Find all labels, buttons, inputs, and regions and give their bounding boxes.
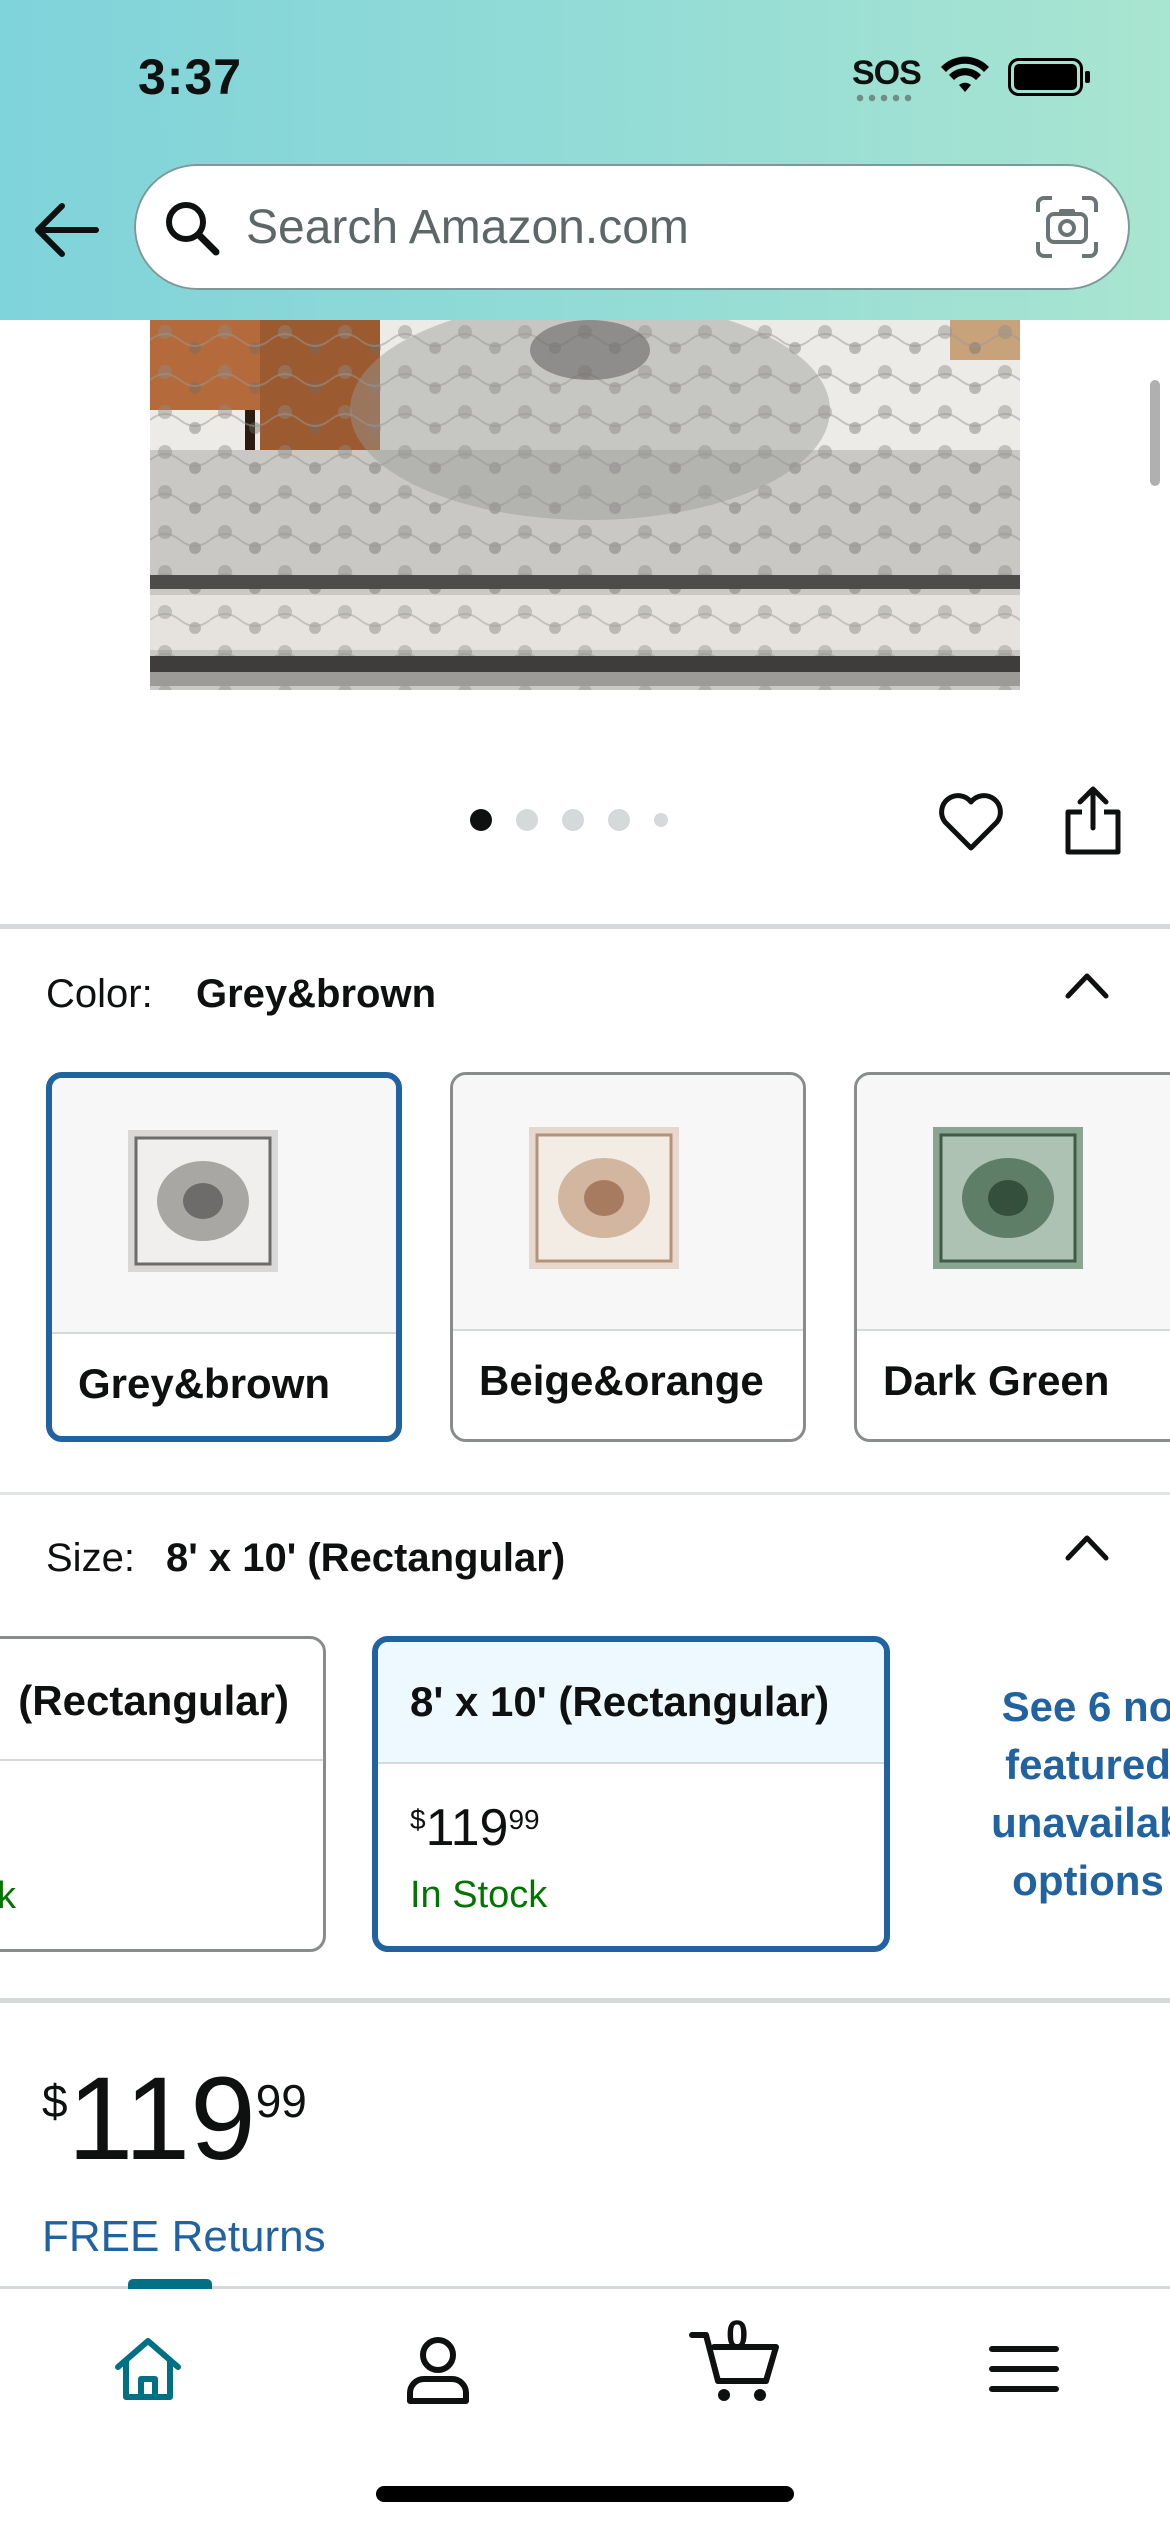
signal-dots	[854, 94, 914, 102]
rug-image	[150, 320, 1020, 690]
section-divider	[0, 924, 1170, 929]
price-fraction: 99	[255, 2075, 307, 2127]
price-symbol: $	[410, 1804, 426, 1835]
carousel-dots[interactable]	[470, 805, 668, 835]
grey-rug-thumbnail	[128, 1130, 278, 1272]
camera-scan-icon[interactable]	[1034, 194, 1100, 260]
size-option-header: (Rectangular)	[0, 1639, 323, 1761]
color-option-label: Dark Green	[883, 1357, 1110, 1404]
carousel-dot[interactable]	[654, 813, 668, 827]
size-option-label: 8' x 10' (Rectangular)	[410, 1678, 830, 1725]
swatch-image	[453, 1075, 803, 1331]
price-whole: 119	[425, 1799, 509, 1857]
cart-count: 0	[726, 2313, 749, 2357]
color-option-grey-brown[interactable]: Grey&brown	[46, 1072, 402, 1442]
link-line: See 6 no	[1001, 1683, 1170, 1730]
chevron-up-icon[interactable]	[1064, 1532, 1110, 1562]
color-label: Color:	[46, 972, 153, 1016]
link-line: featured	[1005, 1741, 1170, 1788]
size-option-price: $11999	[410, 1798, 540, 1858]
home-icon[interactable]	[108, 2329, 188, 2409]
carousel-dot[interactable]	[608, 809, 630, 831]
price-symbol: $	[42, 2075, 68, 2127]
price-whole: 119	[67, 2053, 256, 2185]
size-option-label: (Rectangular)	[18, 1677, 289, 1724]
product-image[interactable]	[150, 320, 1020, 690]
app-header: 3:37 SOS Search Amazon.com	[0, 0, 1170, 320]
active-tab-indicator	[128, 2279, 212, 2289]
size-option-header: 8' x 10' (Rectangular)	[378, 1642, 884, 1764]
search-input[interactable]: Search Amazon.com	[246, 200, 689, 255]
section-divider	[0, 1492, 1170, 1495]
back-arrow-icon[interactable]	[32, 198, 102, 262]
price-fraction: 99	[508, 1804, 540, 1835]
scrollbar[interactable]	[1150, 380, 1160, 486]
wifi-icon	[941, 56, 989, 92]
color-selected-value: Grey&brown	[196, 972, 437, 1016]
account-icon[interactable]	[398, 2329, 478, 2409]
swatch-image	[52, 1078, 396, 1334]
beige-rug-thumbnail	[529, 1127, 679, 1269]
section-divider	[0, 1998, 1170, 2003]
free-returns-link[interactable]: FREE Returns	[42, 2212, 326, 2262]
carousel-dot[interactable]	[562, 809, 584, 831]
color-option-dark-green[interactable]: Dark Green	[854, 1072, 1170, 1442]
swatch-image	[857, 1075, 1170, 1331]
search-icon	[166, 202, 220, 256]
home-indicator	[376, 2486, 794, 2502]
size-option-8x10[interactable]: 8' x 10' (Rectangular) $11999 In Stock	[372, 1636, 890, 1952]
see-unavailable-options-link[interactable]: See 6 no featured unavailab options	[958, 1678, 1170, 1910]
link-line: options	[1012, 1857, 1164, 1904]
carousel-dot[interactable]	[516, 809, 538, 831]
color-option-beige-orange[interactable]: Beige&orange	[450, 1072, 806, 1442]
size-option-previous[interactable]: (Rectangular) k	[0, 1636, 326, 1952]
status-time: 3:37	[138, 49, 243, 105]
search-bar[interactable]: Search Amazon.com	[134, 164, 1130, 290]
chevron-up-icon[interactable]	[1064, 970, 1110, 1000]
size-label: Size:	[46, 1536, 135, 1580]
link-line: unavailab	[991, 1799, 1170, 1846]
color-option-label: Grey&brown	[78, 1360, 331, 1407]
main-price: $11999	[42, 2060, 307, 2178]
green-rug-thumbnail	[933, 1127, 1083, 1269]
stock-status: In Stock	[410, 1874, 548, 1916]
heart-icon[interactable]	[936, 790, 1006, 854]
cart-button[interactable]: 0	[688, 2313, 788, 2415]
menu-icon[interactable]	[984, 2329, 1064, 2409]
sos-indicator: SOS	[852, 54, 922, 92]
share-icon[interactable]	[1062, 784, 1124, 856]
size-selected-value: 8' x 10' (Rectangular)	[166, 1536, 566, 1580]
color-option-label: Beige&orange	[479, 1357, 764, 1404]
battery-icon	[1008, 58, 1090, 96]
carousel-dot[interactable]	[470, 809, 492, 831]
stock-status: k	[0, 1875, 16, 1918]
